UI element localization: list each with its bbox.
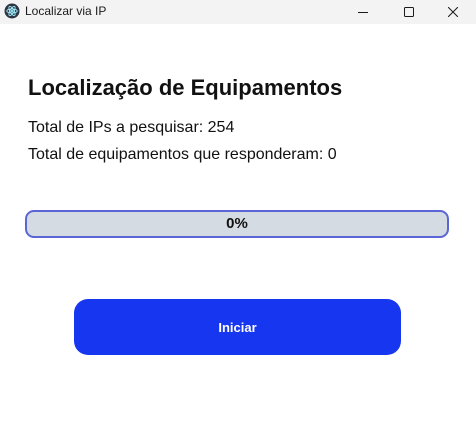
maximize-button[interactable] xyxy=(386,0,432,24)
app-window: Localizar via IP Localização de Equipame… xyxy=(0,0,476,442)
total-ips-text: Total de IPs a pesquisar: 254 xyxy=(28,119,235,136)
close-button[interactable] xyxy=(430,0,476,24)
page-title: Localização de Equipamentos xyxy=(28,75,343,100)
start-button[interactable]: Iniciar xyxy=(74,299,401,355)
progress-label: 0% xyxy=(226,215,248,232)
title-bar[interactable]: Localizar via IP xyxy=(0,0,476,24)
total-responded-text: Total de equipamentos que responderam: 0 xyxy=(28,146,337,163)
maximize-icon xyxy=(404,7,414,17)
close-icon xyxy=(448,7,458,17)
electron-atom-icon xyxy=(4,3,20,19)
minimize-button[interactable] xyxy=(340,0,386,24)
progress-bar: 0% xyxy=(25,210,449,238)
window-title: Localizar via IP xyxy=(25,4,107,18)
minimize-icon xyxy=(358,12,368,13)
main-content: Localização de Equipamentos Total de IPs… xyxy=(0,24,476,442)
